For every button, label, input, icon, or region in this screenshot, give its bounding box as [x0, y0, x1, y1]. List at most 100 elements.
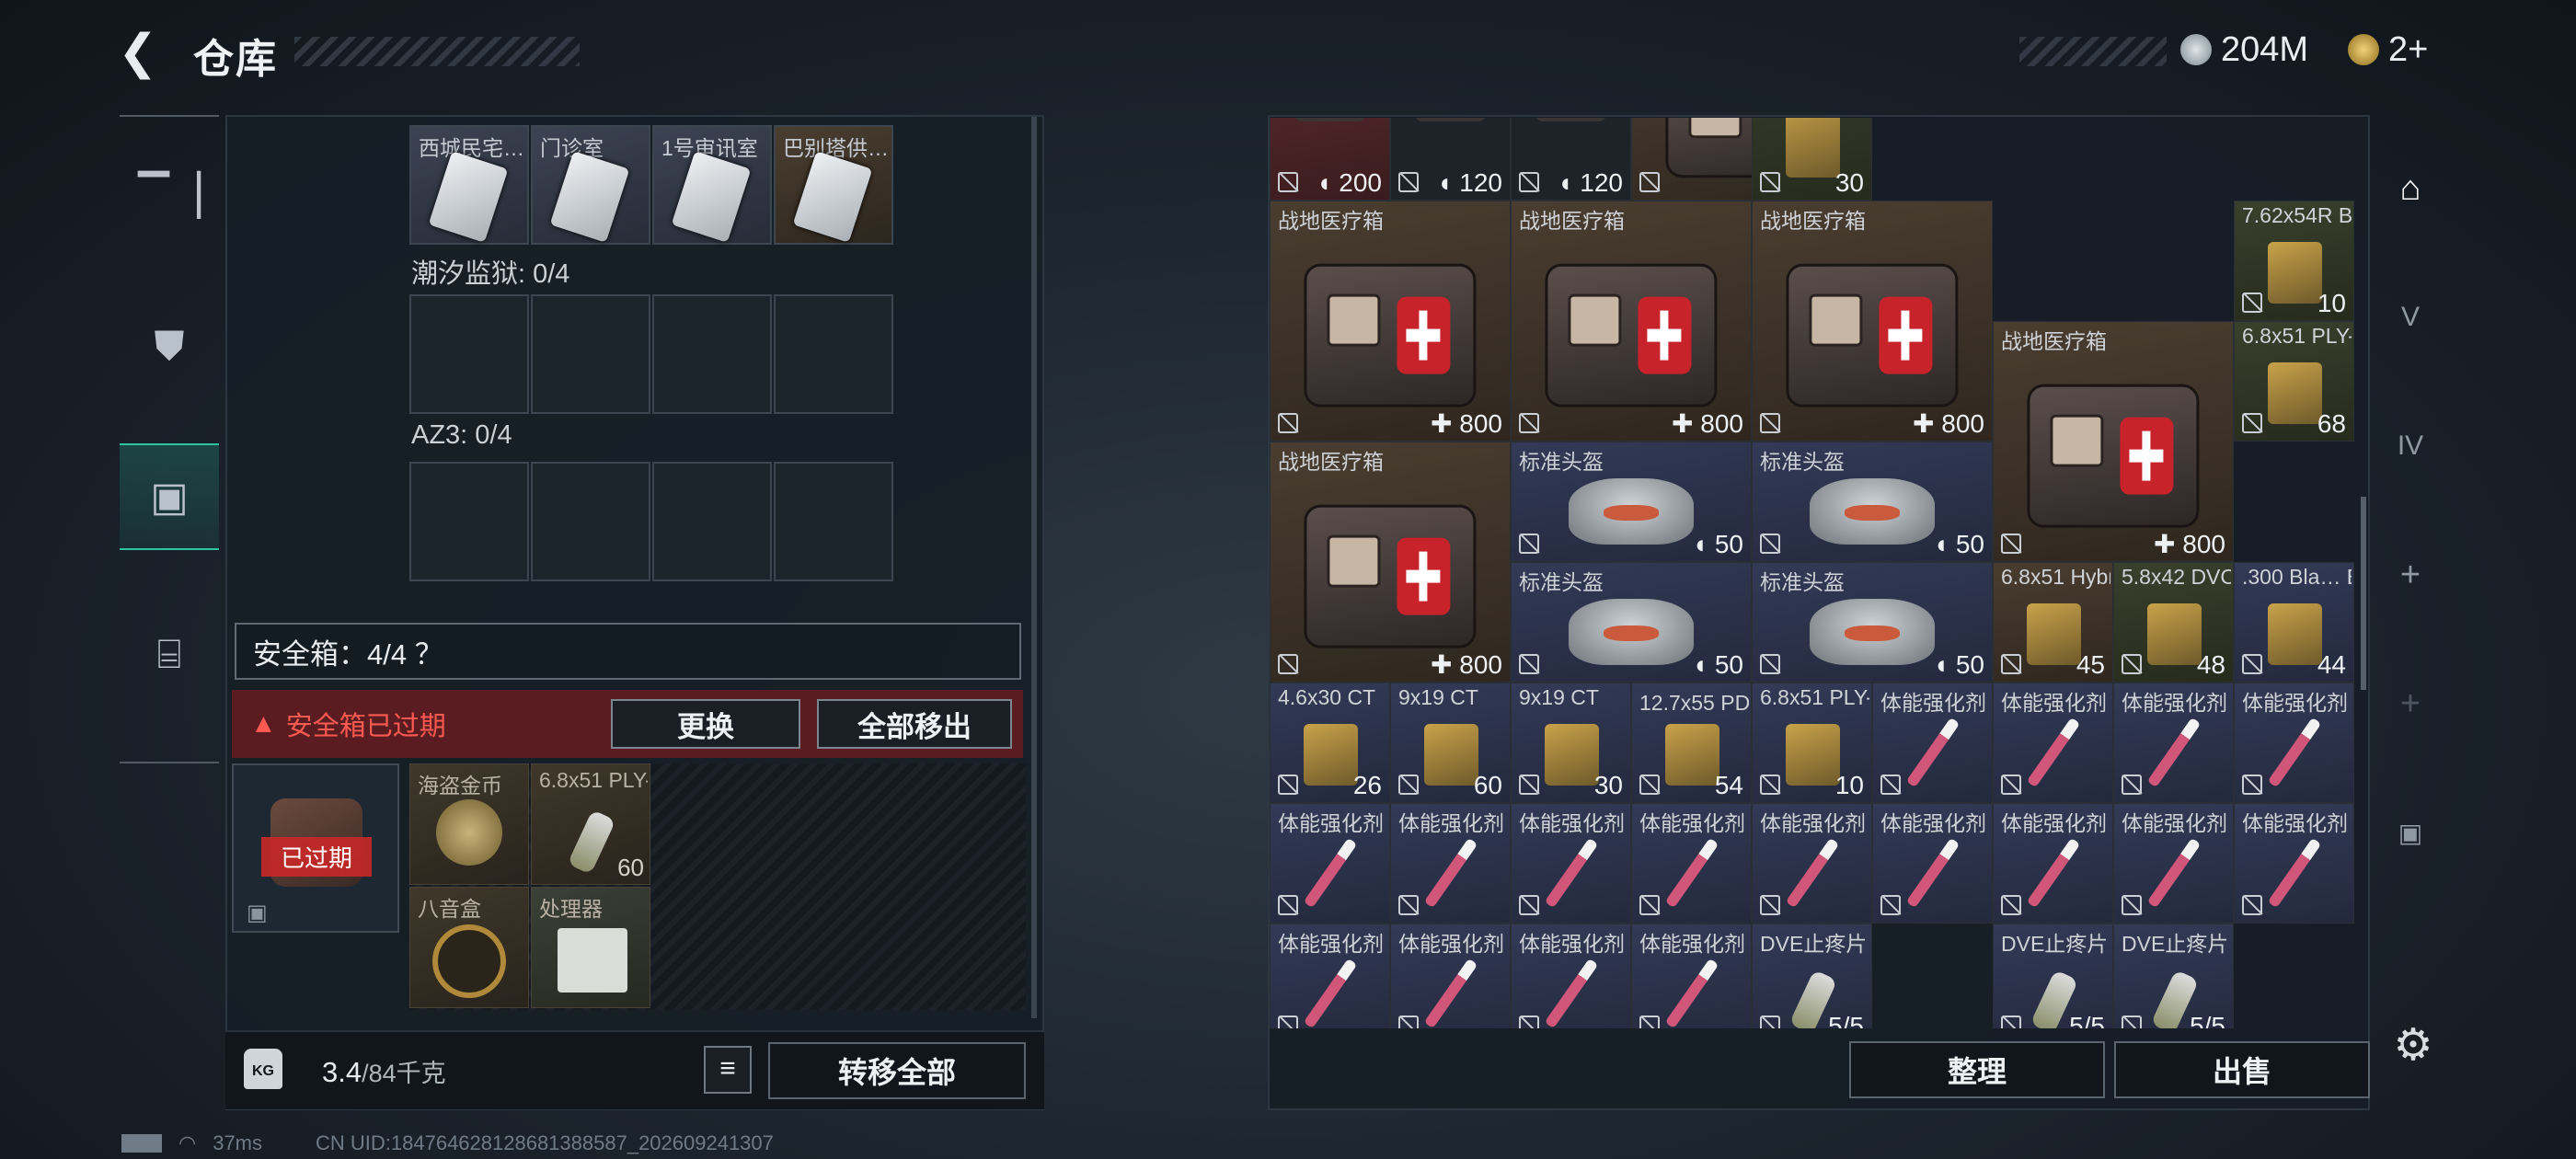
- inventory-item[interactable]: 体能强化剂: [1872, 683, 1993, 803]
- list-icon[interactable]: ≡: [704, 1046, 752, 1094]
- empty-slot[interactable]: [531, 294, 650, 414]
- no-transfer-icon: [2001, 654, 2021, 674]
- empty-slot[interactable]: [409, 462, 529, 581]
- inventory-item[interactable]: DVE止疼片 5/5: [1752, 924, 1872, 1028]
- no-transfer-icon: [1278, 895, 1298, 915]
- syringe-icon: [1303, 958, 1357, 1028]
- inventory-item[interactable]: 战地医疗箱 ✚ 800: [1511, 201, 1752, 442]
- item-value: 60: [1473, 771, 1502, 799]
- inventory-item[interactable]: 体能强化剂: [1993, 803, 2113, 924]
- inventory-item[interactable]: 体能强化剂: [1993, 683, 2113, 803]
- inventory-item[interactable]: 体能强化剂: [2113, 803, 2234, 924]
- inventory-item[interactable]: DVE止疼片 5/5: [1993, 924, 2113, 1028]
- section-label: AZ3: 0/4: [411, 420, 512, 450]
- inventory-item[interactable]: 6.8x51 PLY-I… 68: [2234, 321, 2354, 442]
- sort-button[interactable]: 整理: [1849, 1041, 2105, 1098]
- item-label: 体能强化剂: [2001, 811, 2107, 835]
- item-count: 60: [617, 854, 644, 881]
- inventory-item[interactable]: .300 Bla… BCP-SUB 44: [2234, 562, 2354, 683]
- keycard-slot[interactable]: 巴别塔供…: [774, 125, 893, 245]
- inventory-item[interactable]: 体能强化剂: [1752, 803, 1872, 924]
- inventory-item[interactable]: 9x19 CT 60: [1390, 683, 1511, 803]
- inventory-item[interactable]: 5.8x42 DVC12 +P 48: [2113, 562, 2234, 683]
- inventory-item[interactable]: 体能强化剂: [1631, 803, 1752, 924]
- keycard-icon: [671, 151, 752, 243]
- scrollbar[interactable]: [1031, 117, 1037, 1018]
- inventory-item[interactable]: 战地医疗箱 ✚ 800: [1270, 201, 1511, 442]
- empty-slot[interactable]: [774, 462, 893, 581]
- scrollbar[interactable]: [2361, 497, 2366, 690]
- inventory-item[interactable]: DVE止疼片 5/5: [2113, 924, 2234, 1028]
- inventory-item[interactable]: 战地医疗箱 ✚ 800: [1752, 201, 1993, 442]
- inventory-item[interactable]: 体能强化剂: [1270, 803, 1390, 924]
- item-label: 体能强化剂: [2242, 811, 2348, 835]
- pocket-item[interactable]: 6.8x51 PLY-I… 60: [531, 763, 650, 885]
- empty-slot[interactable]: [652, 294, 772, 414]
- armor-iv-icon[interactable]: IV: [2374, 405, 2447, 488]
- safe-box-icon[interactable]: ⌂: [2374, 147, 2447, 230]
- no-transfer-icon: [2122, 895, 2142, 915]
- transfer-all-button[interactable]: 转移全部: [768, 1042, 1026, 1099]
- empty-slot[interactable]: [652, 462, 772, 581]
- inventory-item[interactable]: 体能强化剂: [1511, 803, 1631, 924]
- inventory-item[interactable]: 体能强化剂: [1511, 924, 1631, 1028]
- inventory-item[interactable]: 标准头盔 ◖ 50: [1752, 442, 1993, 562]
- inventory-item[interactable]: 战地医疗箱 ✚ 800: [1993, 321, 2234, 562]
- no-transfer-icon: [1278, 1016, 1298, 1028]
- ammo-icon: [2147, 602, 2202, 665]
- inventory-item[interactable]: ◖ 120: [1511, 118, 1631, 201]
- inventory-item[interactable]: 12.7x55 PD12双头 54: [1631, 683, 1752, 803]
- inventory-item[interactable]: ◖ 200: [1270, 118, 1390, 201]
- item-label: 体能强化剂: [1760, 811, 1866, 835]
- inventory-item[interactable]: 9x19 CT 30: [1511, 683, 1631, 803]
- inventory-item[interactable]: 标准头盔 ◖ 50: [1752, 562, 1993, 683]
- weapon-icon[interactable]: ▔▕: [120, 126, 219, 264]
- empty-slot[interactable]: [531, 462, 650, 581]
- inventory-item[interactable]: 体能强化剂: [1631, 924, 1752, 1028]
- add-icon[interactable]: +: [2374, 662, 2447, 745]
- inventory-item[interactable]: 4.6x30 CT 26: [1270, 683, 1390, 803]
- empty-slot[interactable]: [774, 294, 893, 414]
- back-arrow-icon[interactable]: ❮: [118, 29, 164, 76]
- sell-button[interactable]: 出售: [2114, 1041, 2370, 1098]
- inventory-item[interactable]: 战地医疗箱 ✚ 800: [1270, 442, 1511, 683]
- pocket-item[interactable]: 海盗金币: [409, 763, 529, 885]
- inventory-item[interactable]: 标准头盔 ◖ 50: [1511, 442, 1752, 562]
- replace-button[interactable]: 更换: [611, 699, 800, 749]
- armor-v-icon[interactable]: V: [2374, 276, 2447, 359]
- inventory-item[interactable]: 体能强化剂: [1270, 924, 1390, 1028]
- pocket-item[interactable]: 八音盒: [409, 887, 529, 1008]
- empty-slot[interactable]: [409, 294, 529, 414]
- remove-all-button[interactable]: 全部移出: [817, 699, 1012, 749]
- inventory-item[interactable]: 7.62x54R B… 10: [2234, 201, 2354, 321]
- item-value: 54: [1714, 771, 1743, 799]
- lock-icon[interactable]: ▣: [2374, 791, 2447, 874]
- item-value: ◖ 50: [1933, 650, 1984, 679]
- inventory-item[interactable]: 体能强化剂: [2113, 683, 2234, 803]
- safe-box-slot[interactable]: 已过期 ▣: [232, 763, 399, 933]
- inventory-item[interactable]: 标准头盔 ◖ 50: [1511, 562, 1752, 683]
- add-icon[interactable]: +: [2374, 534, 2447, 616]
- inventory-item[interactable]: 体能强化剂: [1390, 924, 1511, 1028]
- inventory-item[interactable]: 体能强化剂: [1390, 803, 1511, 924]
- backpack-icon[interactable]: ▣: [120, 443, 219, 550]
- item-value: ✚ 800: [1672, 409, 1743, 438]
- armor-icon[interactable]: ⛊: [120, 278, 219, 416]
- keycard-slot[interactable]: 1号审讯室: [652, 125, 772, 245]
- inventory-item[interactable]: 30: [1752, 118, 1872, 201]
- gear-icon[interactable]: ⚙: [2390, 1023, 2436, 1069]
- pocket-item[interactable]: 处理器: [531, 887, 650, 1008]
- item-label: 体能强化剂: [1639, 811, 1745, 835]
- inventory-item[interactable]: 体能强化剂: [1872, 803, 1993, 924]
- safe-box-header[interactable]: 安全箱：4/4 ？: [235, 623, 1021, 680]
- keycard-slot[interactable]: 西城民宅…: [409, 125, 529, 245]
- weight-icon: KG: [244, 1049, 282, 1089]
- toolbox-icon[interactable]: ⌸: [120, 586, 219, 724]
- item-label: 八音盒: [418, 897, 481, 921]
- inventory-item[interactable]: 6.8x51 PLY-I… 10: [1752, 683, 1872, 803]
- inventory-item[interactable]: 6.8x51 Hybrid 45: [1993, 562, 2113, 683]
- keycard-slot[interactable]: 门诊室: [531, 125, 650, 245]
- inventory-item[interactable]: ◖ 120: [1390, 118, 1511, 201]
- inventory-item[interactable]: 体能强化剂: [2234, 683, 2354, 803]
- inventory-item[interactable]: 体能强化剂: [2234, 803, 2354, 924]
